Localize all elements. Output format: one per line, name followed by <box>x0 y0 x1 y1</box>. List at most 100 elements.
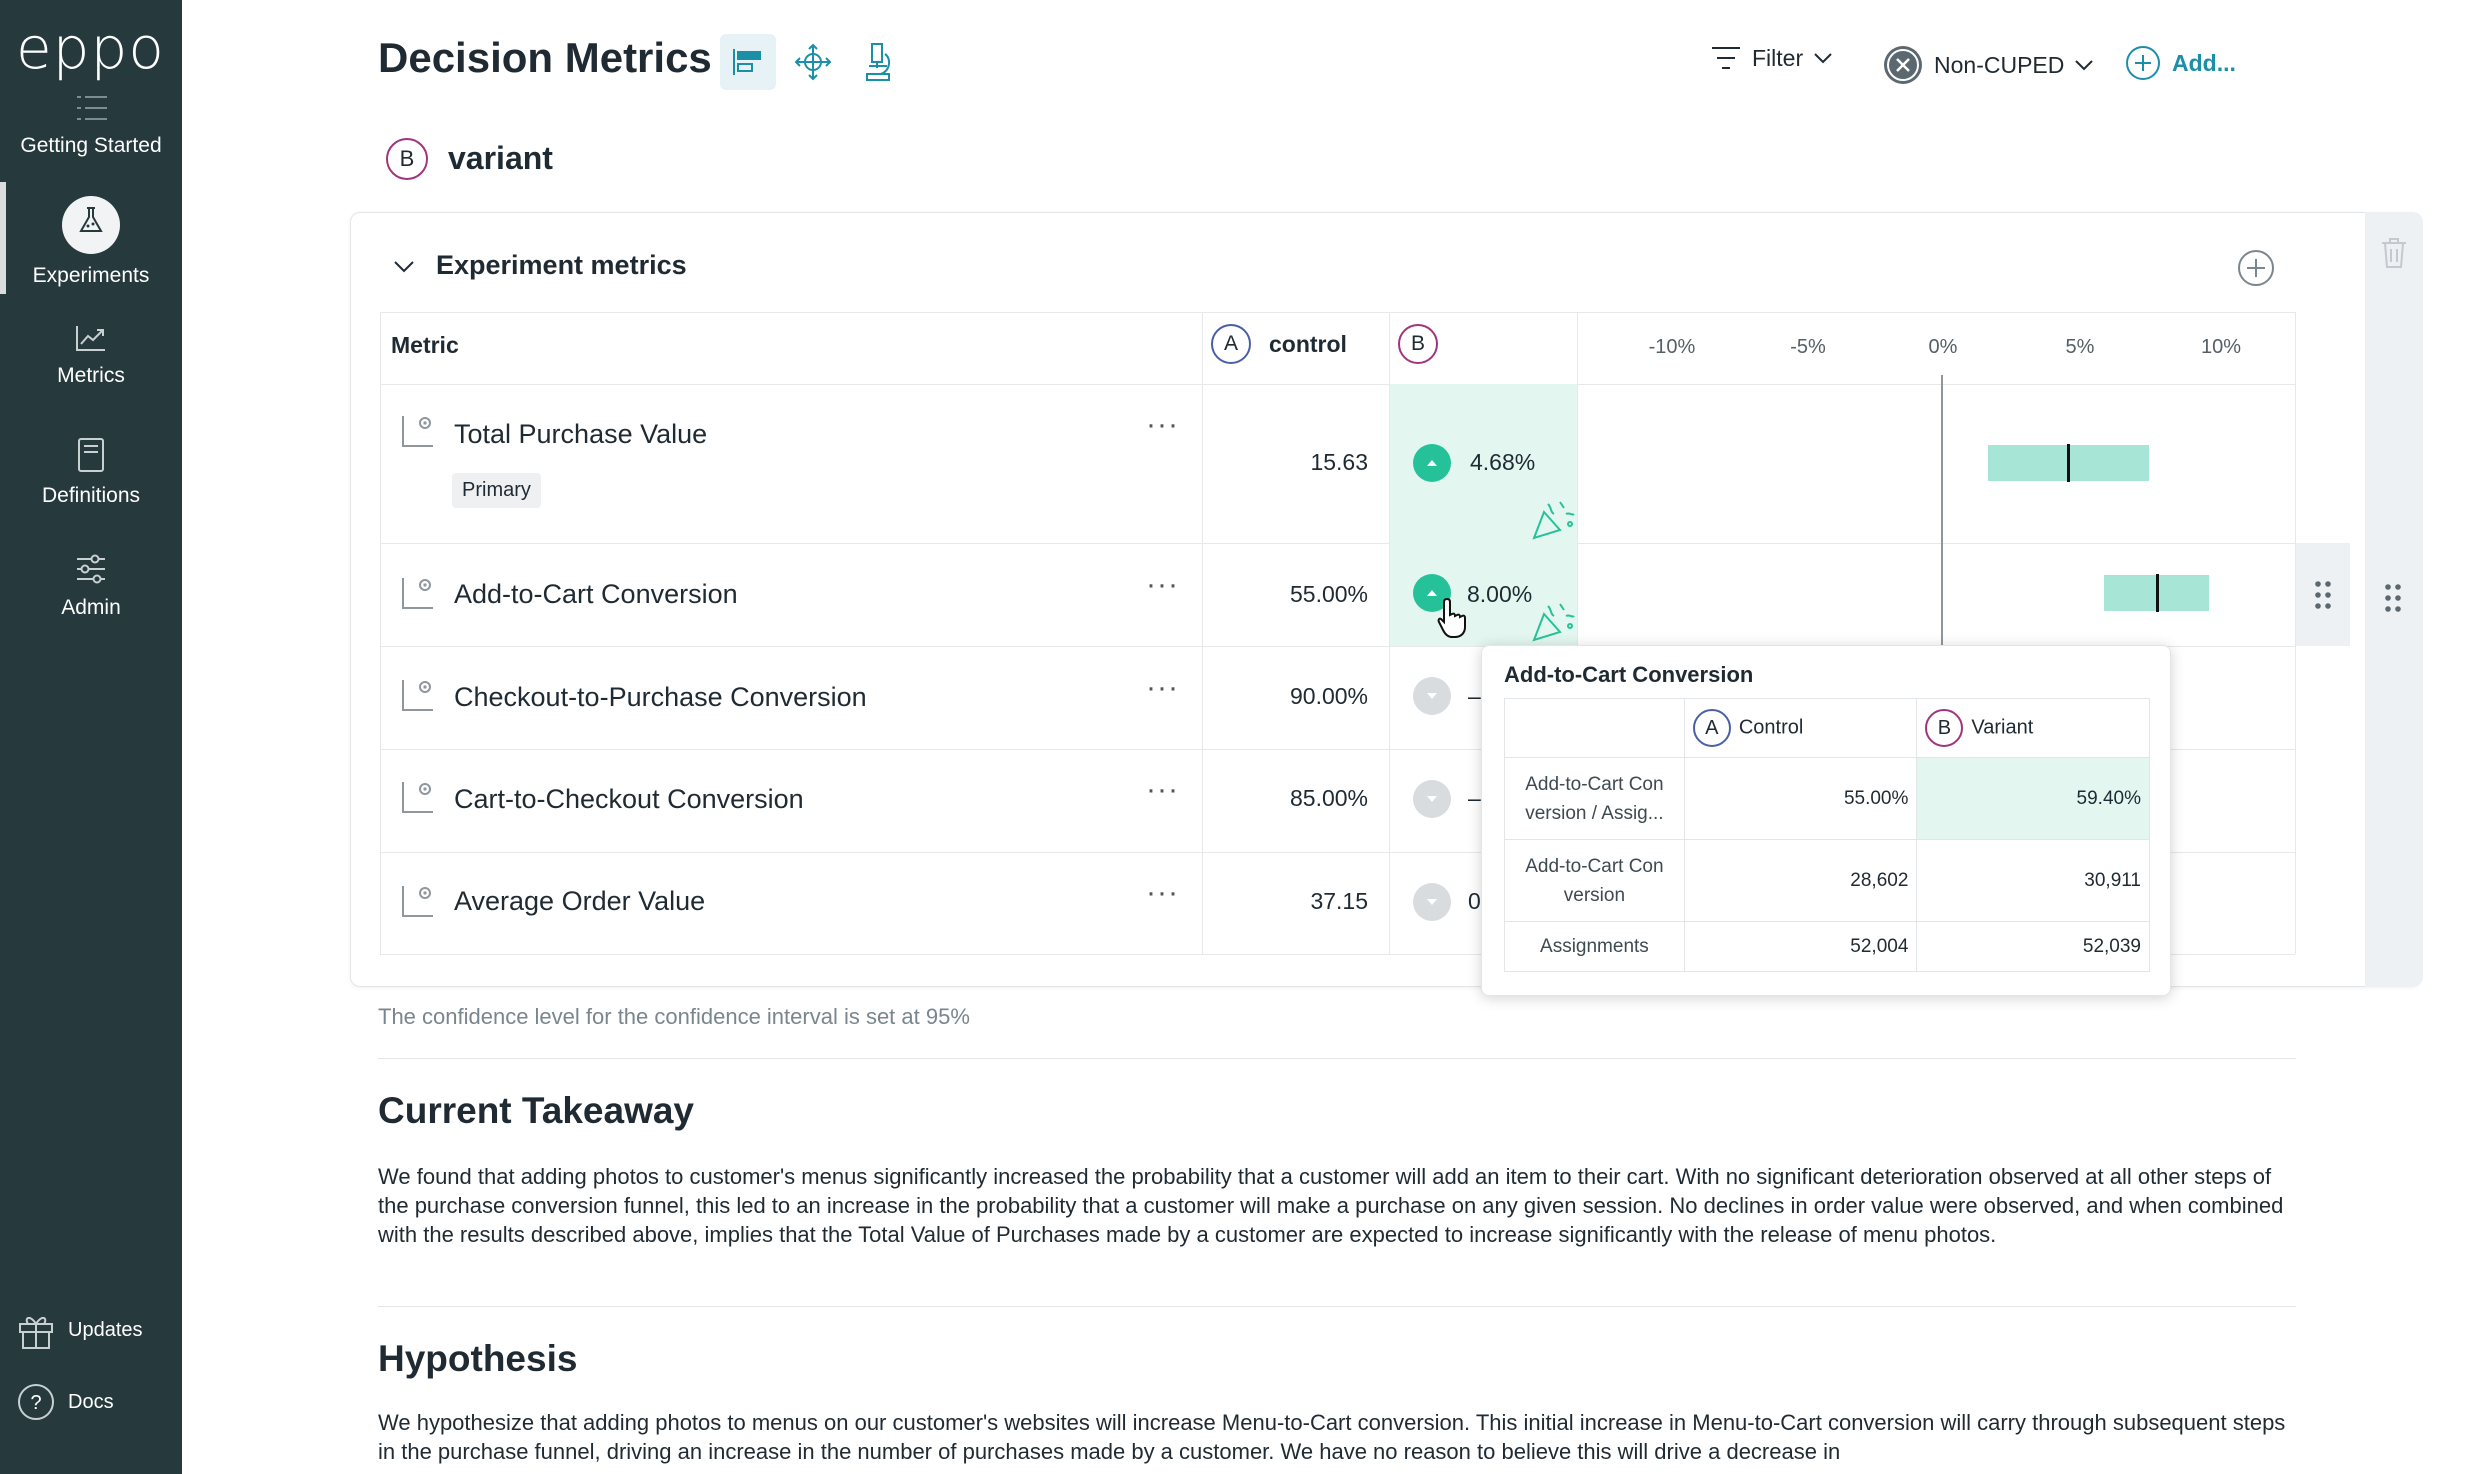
lift-value: 8.00% <box>1467 581 1533 607</box>
tooltip-variant-header: B Variant <box>1916 698 2150 758</box>
axis-tick: 10% <box>2200 336 2242 358</box>
axis-tick: 5% <box>2065 336 2095 358</box>
bar-view-button[interactable] <box>720 34 776 90</box>
sliders-icon <box>77 554 105 584</box>
takeaway-body: We found that adding photos to customer'… <box>378 1164 2284 1247</box>
control-label: Control <box>1738 716 1804 739</box>
variant-column-badge: B <box>1398 324 1438 364</box>
tooltip-variant-value: 30,911 <box>1916 839 2150 922</box>
lift-neutral-icon[interactable] <box>1413 677 1451 715</box>
add-button[interactable]: Add... <box>2124 44 2236 82</box>
metric-tooltip: Add-to-Cart Conversion A Control B Variant… <box>1481 645 2171 996</box>
variant-badge: B <box>386 138 428 180</box>
sidebar-item-getting-started[interactable]: Getting Started <box>0 92 182 158</box>
zero-reference-line <box>1941 375 1943 645</box>
metric-name[interactable]: Total Purchase Value <box>454 419 707 450</box>
metric-column-header: Metric <box>391 332 459 358</box>
sidebar-item-metrics[interactable]: Metrics <box>0 322 182 388</box>
sidebar-item-label: Admin <box>61 596 121 619</box>
row-drag-handle[interactable] <box>2296 545 2350 645</box>
table-border <box>380 543 2295 544</box>
ci-point-estimate <box>2156 574 2159 612</box>
list-icon <box>77 96 107 120</box>
docs-link[interactable]: ? Docs <box>16 1382 114 1422</box>
filter-button[interactable]: Filter <box>1710 44 1833 72</box>
metric-name[interactable]: Checkout-to-Purchase Conversion <box>454 682 867 713</box>
updates-label: Updates <box>68 1318 143 1341</box>
tooltip-control-header: A Control <box>1683 698 1918 758</box>
tooltip-row: Assignments 52,004 52,039 <box>1504 921 2150 972</box>
trash-icon[interactable] <box>2379 236 2409 270</box>
trend-chart-icon <box>76 326 105 351</box>
help-circle-icon: ? <box>18 1384 54 1420</box>
section-header[interactable]: Experiment metrics <box>392 250 687 281</box>
eppo-logo: eppo <box>16 14 165 82</box>
table-border <box>380 312 2295 313</box>
metric-name[interactable]: Add-to-Cart Conversion <box>454 579 738 610</box>
plus-circle-icon <box>2126 46 2160 80</box>
hypothesis-heading: Hypothesis <box>378 1338 578 1379</box>
metric-settings-icon <box>402 886 433 917</box>
sidebar-item-admin[interactable]: Admin <box>0 552 182 620</box>
more-options-button[interactable]: ··· <box>1146 673 1179 703</box>
move-view-button[interactable] <box>785 34 841 90</box>
sidebar-item-experiments[interactable]: Experiments <box>0 182 182 294</box>
lift-value: – <box>1468 785 1481 811</box>
docs-label: Docs <box>68 1390 114 1413</box>
cuped-label: Non-CUPED <box>1934 51 2065 78</box>
cuped-dropdown[interactable]: Non-CUPED <box>1882 44 2094 86</box>
table-border <box>380 384 2295 385</box>
more-options-button[interactable]: ··· <box>1146 775 1179 805</box>
more-options-button[interactable]: ··· <box>1146 410 1179 440</box>
tooltip-variant-value: 52,039 <box>1916 921 2150 972</box>
variant-badge: B <box>1925 709 1964 747</box>
sidebar-item-label: Metrics <box>57 364 125 387</box>
page-title: Decision Metrics <box>378 34 712 81</box>
metric-settings-icon <box>402 782 433 813</box>
tooltip-row: Add-to-Cart Con version / Assig... 55.00… <box>1504 757 2150 840</box>
metric-settings-icon <box>402 578 433 609</box>
control-badge: A <box>1692 709 1731 747</box>
card-drag-handle[interactable] <box>2366 548 2420 648</box>
more-options-button[interactable]: ··· <box>1146 570 1179 600</box>
lift-value: 4.68% <box>1470 449 1536 475</box>
variant-column-header: B <box>1398 324 1438 364</box>
add-metric-icon[interactable] <box>2236 248 2276 288</box>
metric-name[interactable]: Cart-to-Checkout Conversion <box>454 784 804 815</box>
axis-tick: -5% <box>1790 336 1826 358</box>
control-value: 90.00% <box>1289 683 1368 709</box>
table-border <box>380 312 381 954</box>
more-options-button[interactable]: ··· <box>1146 878 1179 908</box>
sidebar-item-label: Definitions <box>41 484 141 507</box>
lift-neutral-icon[interactable] <box>1413 883 1451 921</box>
tooltip-control-value: 28,602 <box>1683 839 1918 922</box>
filter-icon <box>1712 47 1740 69</box>
sidebar-item-label: Getting Started <box>20 134 162 157</box>
microscope-view-button[interactable] <box>850 34 906 90</box>
lift-up-icon[interactable] <box>1413 444 1451 482</box>
drag-handle-icon <box>2385 584 2401 612</box>
table-border <box>1202 312 1203 954</box>
section-title: Experiment metrics <box>436 250 687 280</box>
metric-settings-icon <box>402 416 433 447</box>
variant-label: Variant <box>1971 716 2034 739</box>
tooltip-row-label: Add-to-Cart Con version <box>1504 839 1685 922</box>
lift-value: 0 <box>1468 888 1481 914</box>
bar-view-icon <box>733 49 761 75</box>
control-value: 55.00% <box>1289 581 1368 607</box>
tooltip-row-label: Assignments <box>1504 921 1685 972</box>
drag-handle-icon <box>2315 581 2331 609</box>
takeaway-heading: Current Takeaway <box>378 1090 694 1131</box>
axis-tick: -10% <box>1648 336 1696 358</box>
metric-name[interactable]: Average Order Value <box>454 886 705 917</box>
move-icon <box>794 43 832 81</box>
tooltip-variant-value: 59.40% <box>1916 757 2150 840</box>
tooltip-row: Add-to-Cart Con version 28,602 30,911 <box>1504 839 2150 922</box>
tooltip-control-value: 55.00% <box>1683 757 1918 840</box>
sidebar-item-label: Experiments <box>32 264 150 287</box>
sidebar-item-definitions[interactable]: Definitions <box>0 436 182 508</box>
lift-neutral-icon[interactable] <box>1413 780 1451 818</box>
updates-link[interactable]: Updates <box>16 1310 143 1350</box>
svg-text:?: ? <box>30 1392 41 1414</box>
tooltip-table: A Control B Variant Add-to-Cart Con versio… <box>1504 698 2150 972</box>
